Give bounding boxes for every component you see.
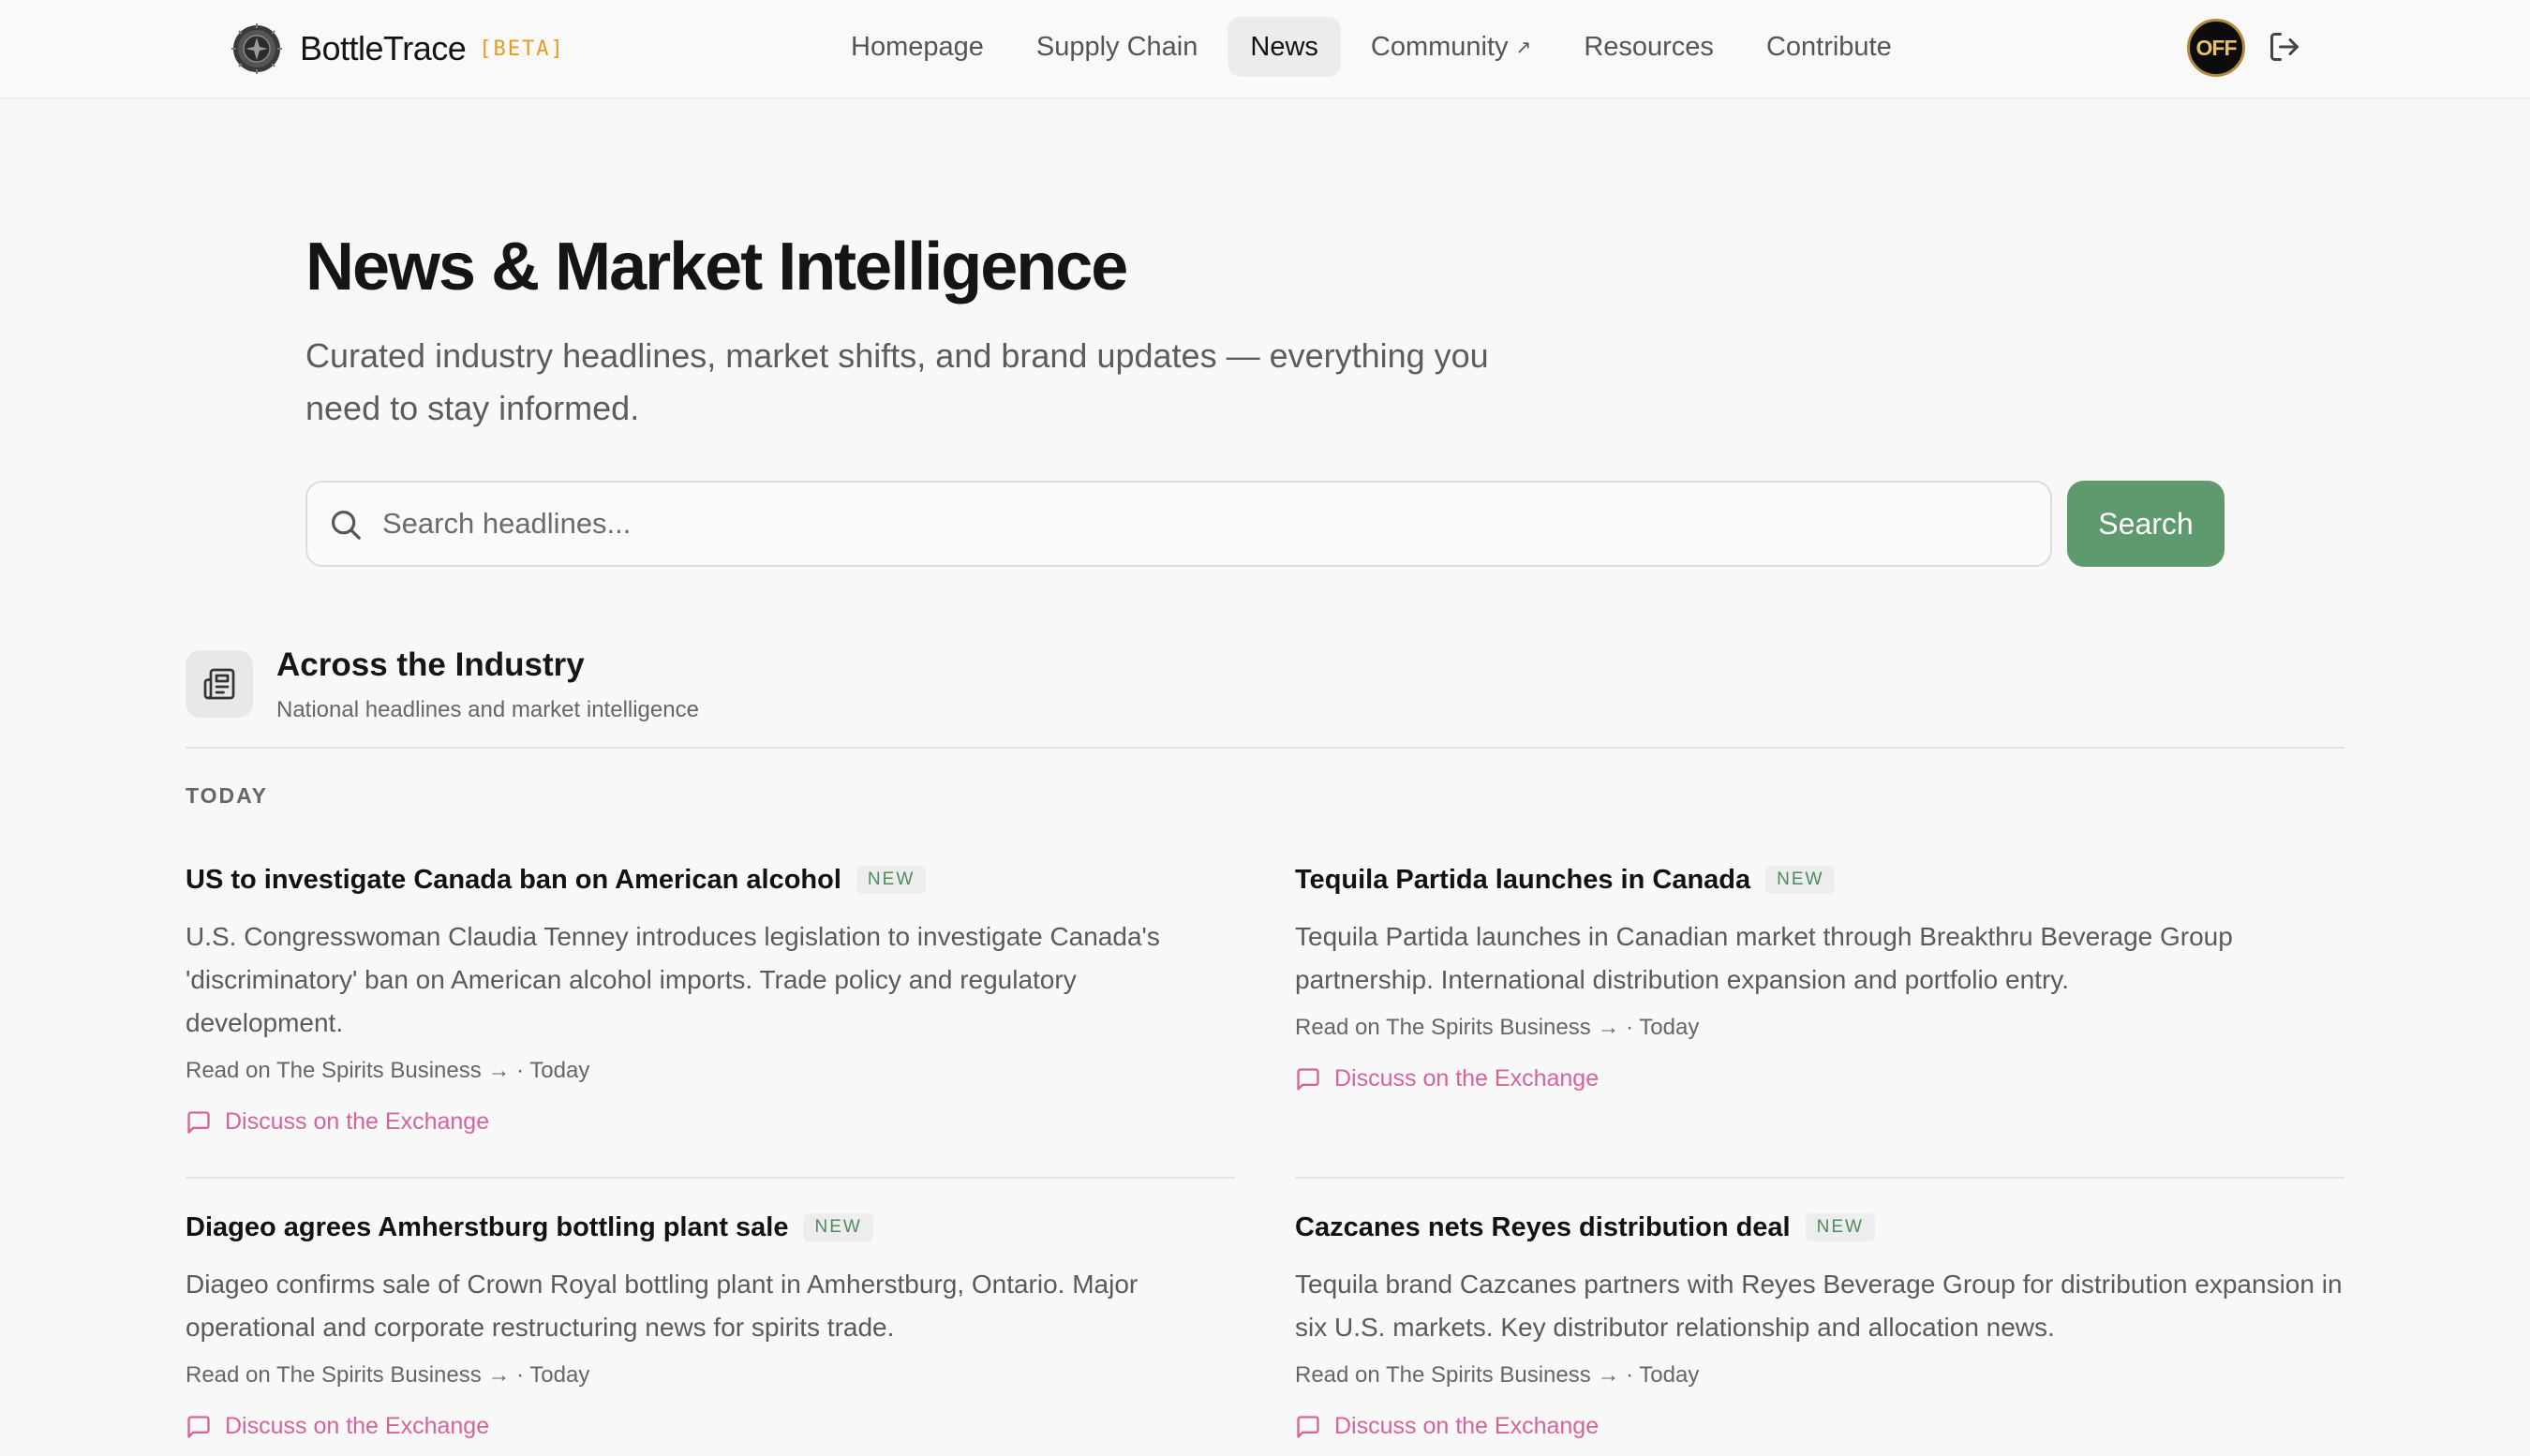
new-badge: NEW xyxy=(1765,866,1836,894)
avatar[interactable]: OFF xyxy=(2187,19,2245,77)
nav-item-community[interactable]: Community ↗ xyxy=(1348,17,1554,77)
nav-item-label: Contribute xyxy=(1765,31,1892,62)
beta-badge: [BETA] xyxy=(479,37,565,61)
new-badge: NEW xyxy=(856,866,927,894)
chat-bubble-icon xyxy=(187,1415,210,1438)
nav-item-news[interactable]: News xyxy=(1228,17,1341,77)
article-description: U.S. Congresswoman Claudia Tenney introd… xyxy=(186,922,1160,1037)
article-title-link[interactable]: US to investigate Canada ban on American… xyxy=(186,865,841,896)
discuss-link[interactable]: Discuss on the Exchange xyxy=(1295,1065,2344,1092)
chat-bubble-icon xyxy=(1297,1415,1319,1438)
article-source-link[interactable]: Read on The Spirits Business → · Today xyxy=(1295,1362,2344,1389)
section-divider xyxy=(186,747,2344,749)
day-label: TODAY xyxy=(186,783,268,808)
news-article: Diageo agrees Amherstburg bottling plant… xyxy=(186,1209,1235,1440)
nav-item-resources[interactable]: Resources xyxy=(1561,17,1736,77)
news-article: US to investigate Canada ban on American… xyxy=(186,861,1235,1136)
nav-item-label: Homepage xyxy=(851,31,984,62)
logout-icon[interactable] xyxy=(2268,30,2301,64)
article-source-link[interactable]: Read on The Spirits Business → · Today xyxy=(1295,1015,2344,1041)
discuss-link[interactable]: Discuss on the Exchange xyxy=(186,1108,1235,1136)
nav-item-homepage[interactable]: Homepage xyxy=(828,17,1006,77)
page-subtitle: Curated industry headlines, market shift… xyxy=(305,336,1489,427)
news-article: Tequila Partida launches in Canada NEW T… xyxy=(1295,861,2344,1092)
discuss-label: Discuss on the Exchange xyxy=(1334,1413,1600,1439)
search-button[interactable]: Search xyxy=(2067,481,2225,567)
chat-bubble-icon xyxy=(1297,1067,1319,1091)
external-link-icon: ↗ xyxy=(1515,37,1532,58)
chat-bubble-icon xyxy=(187,1110,210,1134)
article-title-link[interactable]: Diageo agrees Amherstburg bottling plant… xyxy=(186,1212,788,1243)
nav-item-label: Supply Chain xyxy=(1035,31,1198,62)
nav-item-label: Community xyxy=(1370,31,1509,62)
nav-item-label: Resources xyxy=(1584,31,1714,62)
search-icon xyxy=(331,510,361,540)
top-navigation-bar: BottleTrace [BETA] Homepage Supply Chain… xyxy=(0,0,2530,99)
main-nav: Homepage Supply Chain News Community ↗ Re… xyxy=(828,17,1922,77)
article-source-link[interactable]: Read on The Spirits Business → · Today xyxy=(186,1362,1235,1389)
article-title-link[interactable]: Cazcanes nets Reyes distribution deal xyxy=(1295,1212,1791,1243)
brand-name: BottleTrace xyxy=(300,29,467,67)
article-title-link[interactable]: Tequila Partida launches in Canada xyxy=(1295,865,1750,896)
section-subtitle: National headlines and market intelligen… xyxy=(276,697,699,722)
discuss-link[interactable]: Discuss on the Exchange xyxy=(186,1413,1235,1440)
newspaper-icon xyxy=(203,668,235,700)
article-divider xyxy=(1295,1177,2344,1179)
discuss-label: Discuss on the Exchange xyxy=(1334,1065,1600,1092)
new-badge: NEW xyxy=(1805,1213,1875,1241)
discuss-link[interactable]: Discuss on the Exchange xyxy=(1295,1413,2344,1440)
nav-item-contribute[interactable]: Contribute xyxy=(1744,17,1914,77)
section-title: Across the Industry xyxy=(276,646,585,683)
article-description: Tequila Partida launches in Canadian mar… xyxy=(1295,922,2233,994)
search-box xyxy=(305,481,2052,567)
search-input[interactable] xyxy=(382,498,2031,550)
discuss-label: Discuss on the Exchange xyxy=(225,1413,490,1439)
article-description: Diageo confirms sale of Crown Royal bott… xyxy=(186,1270,1138,1342)
section-icon-box xyxy=(186,650,253,718)
bottle-seal-logo-icon xyxy=(231,23,282,74)
page-title: News & Market Intelligence xyxy=(305,230,1128,305)
nav-item-label: News xyxy=(1250,31,1318,62)
brand[interactable]: BottleTrace [BETA] xyxy=(231,22,565,75)
article-description: Tequila brand Cazcanes partners with Rey… xyxy=(1295,1270,2343,1342)
nav-item-supply-chain[interactable]: Supply Chain xyxy=(1014,17,1221,77)
news-article: Cazcanes nets Reyes distribution deal NE… xyxy=(1295,1209,2344,1440)
article-source-link[interactable]: Read on The Spirits Business → · Today xyxy=(186,1058,1235,1084)
new-badge: NEW xyxy=(803,1213,873,1241)
article-divider xyxy=(186,1177,1235,1179)
discuss-label: Discuss on the Exchange xyxy=(225,1108,490,1135)
